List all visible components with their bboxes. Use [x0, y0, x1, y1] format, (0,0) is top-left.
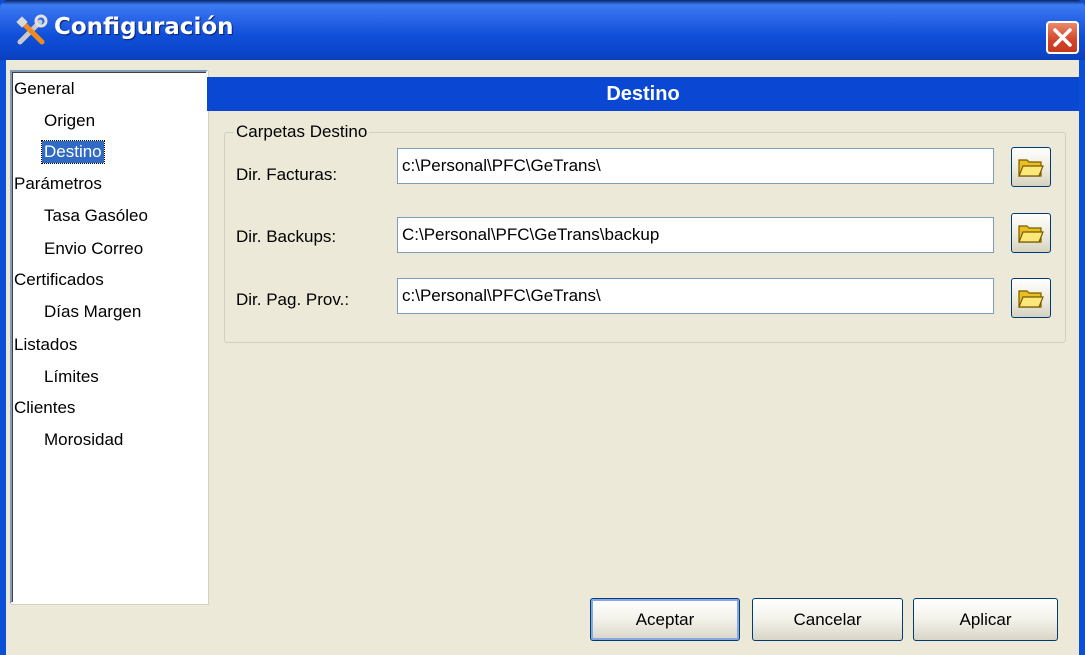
tree-item-listados[interactable]: Listados [14, 334, 77, 356]
cancel-button[interactable]: Cancelar [752, 598, 903, 641]
configuration-window: Configuración General Origen Destino Par… [0, 0, 1085, 655]
tree-item-limites[interactable]: Límites [44, 366, 99, 388]
group-title: Carpetas Destino [234, 122, 370, 142]
dir-facturas-label: Dir. Facturas: [236, 165, 338, 184]
tree-item-general[interactable]: General [14, 78, 74, 100]
tree-item-destino[interactable]: Destino [41, 140, 105, 164]
tree-item-origen[interactable]: Origen [44, 110, 95, 132]
browse-pag-prov-button[interactable] [1011, 278, 1051, 318]
tools-icon [16, 14, 48, 45]
tree-item-parametros[interactable]: Parámetros [14, 173, 102, 195]
tree-item-tasa-gasoleo[interactable]: Tasa Gasóleo [44, 205, 148, 227]
dir-pag-prov-input[interactable] [397, 278, 994, 314]
tree-item-certificados[interactable]: Certificados [14, 269, 104, 291]
tree-item-dias-margen[interactable]: Días Margen [44, 301, 141, 323]
apply-button[interactable]: Aplicar [913, 598, 1058, 641]
dir-backups-label: Dir. Backups: [236, 227, 337, 246]
window-title: Configuración [54, 14, 234, 40]
section-header: Destino [207, 77, 1079, 111]
tree-item-clientes[interactable]: Clientes [14, 397, 75, 419]
folder-icon [1018, 290, 1044, 308]
folder-icon [1018, 159, 1044, 177]
tree-item-morosidad[interactable]: Morosidad [44, 429, 123, 451]
close-icon [1053, 28, 1072, 47]
dir-backups-input[interactable] [397, 217, 994, 253]
dir-pag-prov-label: Dir. Pag. Prov.: [236, 290, 350, 309]
close-button[interactable] [1046, 21, 1079, 54]
folder-icon [1018, 225, 1044, 243]
accept-button[interactable]: Aceptar [590, 598, 740, 641]
title-bar[interactable]: Configuración [0, 0, 1085, 60]
dialog-client-area: General Origen Destino Parámetros Tasa G… [6, 60, 1079, 655]
browse-backups-button[interactable] [1011, 213, 1051, 253]
dir-facturas-input[interactable] [397, 148, 994, 184]
settings-tree[interactable]: General Origen Destino Parámetros Tasa G… [10, 70, 208, 604]
tree-item-envio-correo[interactable]: Envio Correo [44, 238, 143, 260]
browse-facturas-button[interactable] [1011, 147, 1051, 187]
